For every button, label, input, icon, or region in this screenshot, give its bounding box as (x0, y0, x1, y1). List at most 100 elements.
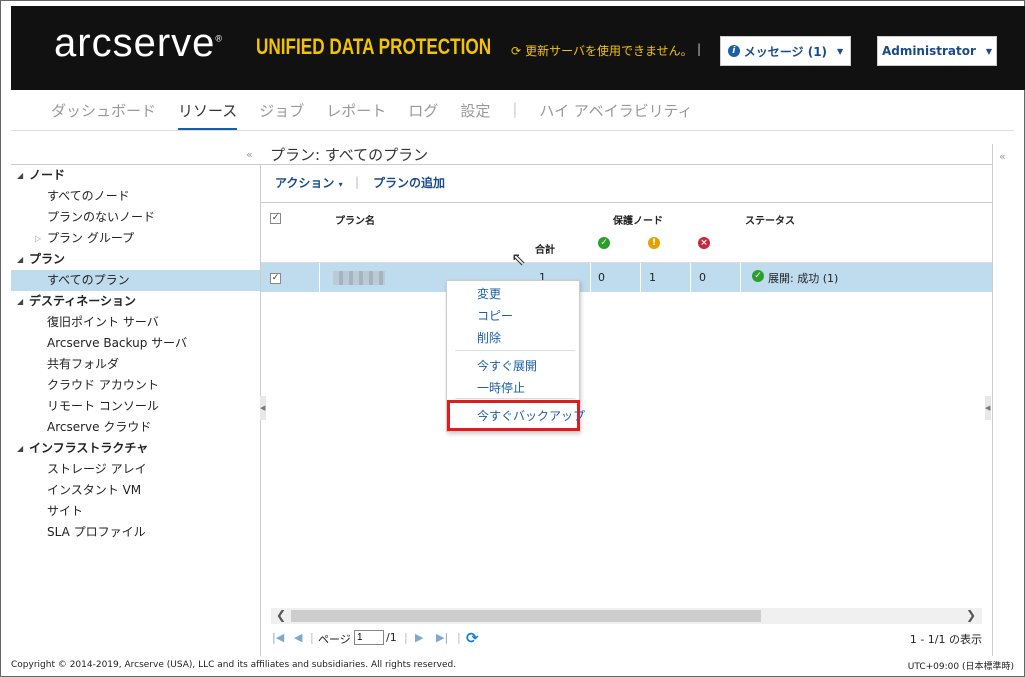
expanded-triangle-icon: ◢ (17, 255, 24, 264)
sidebar-item-arcserve-cloud[interactable]: Arcserve クラウド (11, 417, 260, 438)
col-divider (740, 263, 741, 293)
tab-logs[interactable]: ログ (408, 100, 438, 130)
sidebar-item-storage-array[interactable]: ストレージ アレイ (11, 459, 260, 480)
sidebar-group-plans[interactable]: ◢ プラン (11, 249, 260, 270)
table-row[interactable]: ✓ 1 0 1 0 ✓ 展開: 成功 (1) (261, 262, 992, 293)
menu-item-modify[interactable]: 変更 (477, 285, 501, 302)
refresh-icon[interactable]: ⟳ (466, 629, 479, 647)
pager-separator: | (310, 631, 314, 644)
pager: |◀ ◀ | ページ /1 | ▶ ▶| | ⟳ 1 - 1/1 の表示 (270, 628, 992, 650)
sidebar-group-destinations[interactable]: ◢ デスティネーション (11, 291, 260, 312)
sidebar-item-plan-groups[interactable]: ▷ プラン グループ (11, 228, 260, 249)
sidebar-tree: ◢ ノード すべてのノード プランのないノード ▷ プラン グループ ◢ プラン… (11, 164, 261, 656)
success-check-icon: ✓ (752, 270, 764, 282)
tab-resources[interactable]: リソース (178, 100, 238, 130)
timezone-text: UTC+09:00 (日本標準時) (907, 662, 1014, 672)
sidebar-item-instant-vm[interactable]: インスタント VM (11, 480, 260, 501)
plans-panel: アクション ▾ | プランの追加 ✓ プラン名 保護ノード ステータス 合計 ✓… (261, 164, 992, 656)
nav-underline (11, 130, 1014, 131)
chevron-down-icon: ▾ (338, 180, 343, 189)
menu-separator (455, 398, 575, 399)
menu-item-backup-now[interactable]: 今すぐバックアップ (477, 407, 585, 424)
prev-page-icon[interactable]: ◀ (294, 631, 302, 644)
expand-right-panel-icon[interactable]: « (999, 150, 1006, 163)
sidebar-item-site[interactable]: サイト (11, 501, 260, 522)
sidebar-item-shared-folder[interactable]: 共有フォルダ (11, 354, 260, 375)
sidebar-item-remote-console[interactable]: リモート コンソール (11, 396, 260, 417)
collapsed-triangle-icon: ▷ (35, 234, 42, 243)
row-checkbox[interactable]: ✓ (270, 273, 281, 284)
refresh-warning-icon: ⟳ (511, 44, 522, 58)
next-page-icon[interactable]: ▶ (415, 631, 423, 644)
scrollbar-thumb[interactable] (291, 610, 761, 622)
first-page-icon[interactable]: |◀ (272, 631, 284, 644)
col-divider (690, 263, 691, 293)
messages-button[interactable]: i メッセージ (1) ▼ (720, 36, 851, 66)
page-total: /1 (386, 631, 397, 644)
tab-settings[interactable]: 設定 (460, 100, 490, 130)
update-notice: ⟳ 更新サーバを使用できません。 (511, 42, 693, 59)
col-protected-nodes[interactable]: 保護ノード (613, 212, 663, 227)
add-plan-button[interactable]: プランの追加 (373, 174, 445, 191)
tab-dashboard[interactable]: ダッシュボード (51, 100, 156, 130)
col-divider (319, 263, 320, 293)
app-header: arcserve® UNIFIED DATA PROTECTION ⟳ 更新サーバ… (11, 6, 1025, 90)
toolbar-separator: | (355, 175, 360, 189)
info-icon: i (727, 45, 740, 57)
cell-ok-count: 0 (598, 271, 605, 284)
sidebar-item-sla-profile[interactable]: SLA プロファイル (11, 522, 260, 543)
select-all-checkbox[interactable]: ✓ (270, 213, 281, 224)
success-check-icon: ✓ (598, 237, 610, 249)
warning-icon: ! (648, 237, 660, 249)
user-menu-label: Administrator (881, 44, 976, 58)
sidebar-group-infrastructure[interactable]: ◢ インフラストラクチャ (11, 438, 260, 459)
actions-menu-button[interactable]: アクション ▾ (275, 174, 343, 191)
menu-item-deploy-now[interactable]: 今すぐ展開 (477, 357, 537, 374)
plan-context-menu: 変更 コピー 削除 今すぐ展開 一時停止 今すぐバックアップ (446, 280, 585, 432)
col-plan-name[interactable]: プラン名 (335, 212, 375, 227)
nav-divider: | (512, 100, 518, 118)
pager-separator: | (457, 631, 461, 644)
sidebar-item-all-plans[interactable]: すべてのプラン (11, 270, 260, 291)
menu-item-copy[interactable]: コピー (477, 307, 513, 324)
update-notice-text: 更新サーバを使用できません。 (525, 44, 693, 58)
last-page-icon[interactable]: ▶| (436, 631, 448, 644)
scroll-left-icon[interactable]: ❮ (276, 608, 286, 622)
sidebar-item-all-nodes[interactable]: すべてのノード (11, 186, 260, 207)
page-number-input[interactable] (354, 630, 384, 645)
menu-item-delete[interactable]: 削除 (477, 329, 501, 346)
grid-header: ✓ プラン名 保護ノード ステータス 合計 ✓ ! × (261, 204, 992, 262)
col-divider (590, 263, 591, 293)
horizontal-scrollbar[interactable]: ❮ ❯ (271, 608, 982, 624)
tab-high-availability[interactable]: ハイ アベイラビリティ (539, 100, 692, 130)
sidebar-item-recovery-point-server[interactable]: 復旧ポイント サーバ (11, 312, 260, 333)
cell-err-count: 0 (699, 271, 706, 284)
cell-status: 展開: 成功 (1) (768, 272, 839, 285)
menu-item-pause[interactable]: 一時停止 (477, 379, 525, 396)
sidebar-group-nodes[interactable]: ◢ ノード (11, 165, 260, 186)
col-divider (640, 263, 641, 293)
tab-jobs[interactable]: ジョブ (259, 100, 304, 130)
plan-name-redacted (333, 271, 385, 285)
messages-button-label: メッセージ (1) (743, 44, 828, 59)
mouse-cursor-icon: ⇖ (511, 249, 527, 270)
page-title: プラン: すべてのプラン (270, 146, 429, 164)
expanded-triangle-icon: ◢ (17, 297, 24, 306)
main-nav: ダッシュボード リソース ジョブ レポート ログ 設定 | ハイ アベイラビリテ… (51, 100, 715, 130)
tab-reports[interactable]: レポート (326, 100, 386, 130)
expanded-triangle-icon: ◢ (17, 171, 24, 180)
sidebar-item-cloud-account[interactable]: クラウド アカウント (11, 375, 260, 396)
arcserve-logo: arcserve® (54, 21, 224, 65)
chevron-down-icon: ▼ (985, 46, 993, 56)
user-menu-button[interactable]: Administrator ▼ (877, 36, 997, 66)
scroll-right-icon[interactable]: ❯ (966, 608, 976, 622)
right-collapsed-panel[interactable]: « (992, 144, 1014, 656)
col-status[interactable]: ステータス (745, 212, 795, 227)
page-label: ページ (318, 633, 351, 646)
product-tagline: UNIFIED DATA PROTECTION (256, 34, 492, 59)
sidebar-item-arcserve-backup-server[interactable]: Arcserve Backup サーバ (11, 333, 260, 354)
sidebar-item-nodes-without-plan[interactable]: プランのないノード (11, 207, 260, 228)
col-total[interactable]: 合計 (535, 241, 555, 256)
collapse-left-panel-icon[interactable]: « (246, 148, 253, 161)
chevron-down-icon: ▼ (837, 46, 844, 56)
